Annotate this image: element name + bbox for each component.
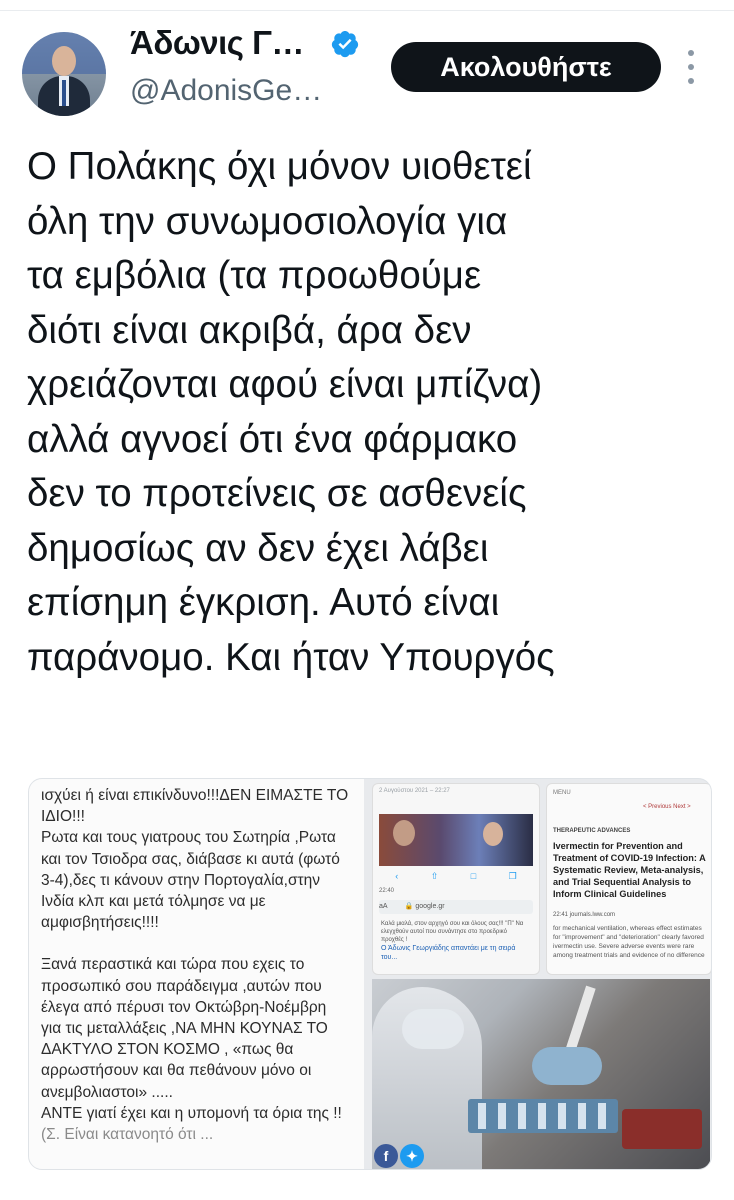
screenshot-line: ισχύει ή είναι επικίνδυνο!!!ΔΕΝ ΕΙΜΑΣΤΕ … xyxy=(41,787,349,804)
tabs-icon: ❐ xyxy=(508,870,517,881)
more-options-icon[interactable] xyxy=(684,50,698,84)
tweet-line: όλη την συνωμοσιολογία για xyxy=(27,199,508,243)
author-handle[interactable]: @AdonisGe… xyxy=(130,74,322,108)
top-divider xyxy=(0,0,734,11)
screenshot-line: αμφισβητήσεις!!!! xyxy=(41,914,159,932)
screenshot-line: ΔΑΚΤΥΛΟ ΣΤΟΝ ΚΟΣΜΟ , «πως θα xyxy=(41,1041,294,1059)
paper-abstract: for mechanical ventilation, whereas effe… xyxy=(553,925,705,959)
paper-title: Ivermectin for Prevention and Treatment … xyxy=(553,841,706,899)
tweet-line: αλλά αγνοεί ότι ένα φάρμακο xyxy=(27,417,518,461)
news-photo xyxy=(379,814,533,866)
tweet-line: δημοσίως αν δεν έχει λάβει xyxy=(27,526,489,570)
journal-name: THERAPEUTIC ADVANCES xyxy=(553,828,631,834)
share-icons: f ✦ xyxy=(374,1144,424,1168)
tweet-media[interactable]: ισχύει ή είναι επικίνδυνο!!!ΔΕΝ ΕΙΜΑΣΤΕ … xyxy=(28,778,712,1170)
screenshot-line: και τον Τσιοδρα σας, διάβασε κι αυτά (φω… xyxy=(41,850,340,868)
twitter-icon: ✦ xyxy=(400,1144,424,1168)
screenshot-line: ΙΔΙΟ!!! xyxy=(41,808,85,826)
verified-badge-icon xyxy=(331,31,359,58)
news-date: 2 Αυγούστου 2021 – 22:27 xyxy=(379,788,450,794)
share-icon: ⇧ xyxy=(430,870,439,881)
paper-nav: < Previous Next > xyxy=(643,804,691,810)
media-image-text-screenshot[interactable]: ισχύει ή είναι επικίνδυνο!!!ΔΕΝ ΕΙΜΑΣΤΕ … xyxy=(29,779,364,1169)
back-icon: ‹ xyxy=(395,871,399,881)
phone-status-time: 22:40 xyxy=(379,888,395,894)
bookmark-icon: □ xyxy=(470,871,477,881)
facebook-icon: f xyxy=(374,1144,398,1168)
screenshot-line: για τις μεταλλάξεις ,ΝΑ ΜΗΝ ΚΟΥΝΑΣ ΤΟ xyxy=(41,1020,328,1038)
browser-toolbar: ‹ ⇧ □ ❐ xyxy=(379,870,533,882)
tweet-line: παράνομο. Και ήταν Υπουργός xyxy=(27,635,555,679)
tweet-line: δεν το προτείνεις σε ασθενείς xyxy=(27,472,527,515)
media-image-paper-screenshot[interactable]: MENU < Previous Next > THERAPEUTIC ADVAN… xyxy=(546,783,711,975)
follow-button[interactable]: Ακολουθήστε xyxy=(391,42,661,92)
tweet-text: Ο Πολάκης όχι μόνον υιοθετεί όλη την συν… xyxy=(27,140,717,685)
tweet-line: επίσημη έγκριση. Αυτό είναι xyxy=(27,581,500,624)
screenshot-line: έλεγα από πέρυσι τον Οκτώβρη-Νοέμβρη xyxy=(41,998,327,1016)
screenshot-line: ΑΝΤΕ γιατί έχει και η υπομονή τα όρια τη… xyxy=(41,1104,342,1122)
tweet-line: τα εμβόλια (τα προωθούμε xyxy=(27,254,482,297)
tweet-line: διότι είναι ακριβά, άρα δεν xyxy=(27,308,472,352)
screenshot-line: Ινδία κλπ και μετά τόλμησε να με xyxy=(41,893,266,911)
url-prefix: aA xyxy=(379,903,388,910)
url-bar: aA 🔒 google.gr xyxy=(379,900,533,914)
news-link: Ο Άδωνις Γεωργιάδης απαντάει με τη σειρά… xyxy=(381,945,516,961)
tweet-line: χρειάζονται αφού είναι μπίζνα) xyxy=(27,363,543,406)
news-snippet: Καλά μιαλά, στον αρχηγό σου και όλους σα… xyxy=(381,921,524,943)
avatar[interactable] xyxy=(22,32,106,116)
tweet-line: Ο Πολάκης όχι μόνον υιοθετεί xyxy=(27,145,532,188)
screenshot-line: αρρωστήσουν και θα πεθάνουν μόνο οι xyxy=(41,1062,312,1080)
media-image-news-screenshot[interactable]: 2 Αυγούστου 2021 – 22:27 ‹ ⇧ □ ❐ 22:40 aA 🔒… xyxy=(372,783,540,975)
paper-menu: MENU xyxy=(553,790,571,796)
phone-status-bar: 22:41 journals.lww.com xyxy=(553,912,616,918)
screenshot-line: 3-4),δες τι κάνουν στην Πορτογαλία,στην xyxy=(41,871,321,889)
url-text: google.gr xyxy=(415,903,445,910)
screenshot-cut-line: (Σ. Είναι κατανοητό ότι ... xyxy=(41,1126,214,1144)
author-name[interactable]: Άδωνις Γ… xyxy=(130,24,304,62)
screenshot-line: προσωπικό σου παράδειγμα ,αυτών που xyxy=(41,977,322,995)
screenshot-line: Ρωτα και τους γιατρους του Σωτηρία ,Ρωτα xyxy=(41,829,336,847)
screenshot-line: Ξανά περαστικά και τώρα που εχεις το xyxy=(41,956,305,974)
screenshot-line: ανεμβολιαστοι» ..... xyxy=(41,1083,173,1101)
media-image-lab-photo[interactable] xyxy=(372,979,710,1169)
